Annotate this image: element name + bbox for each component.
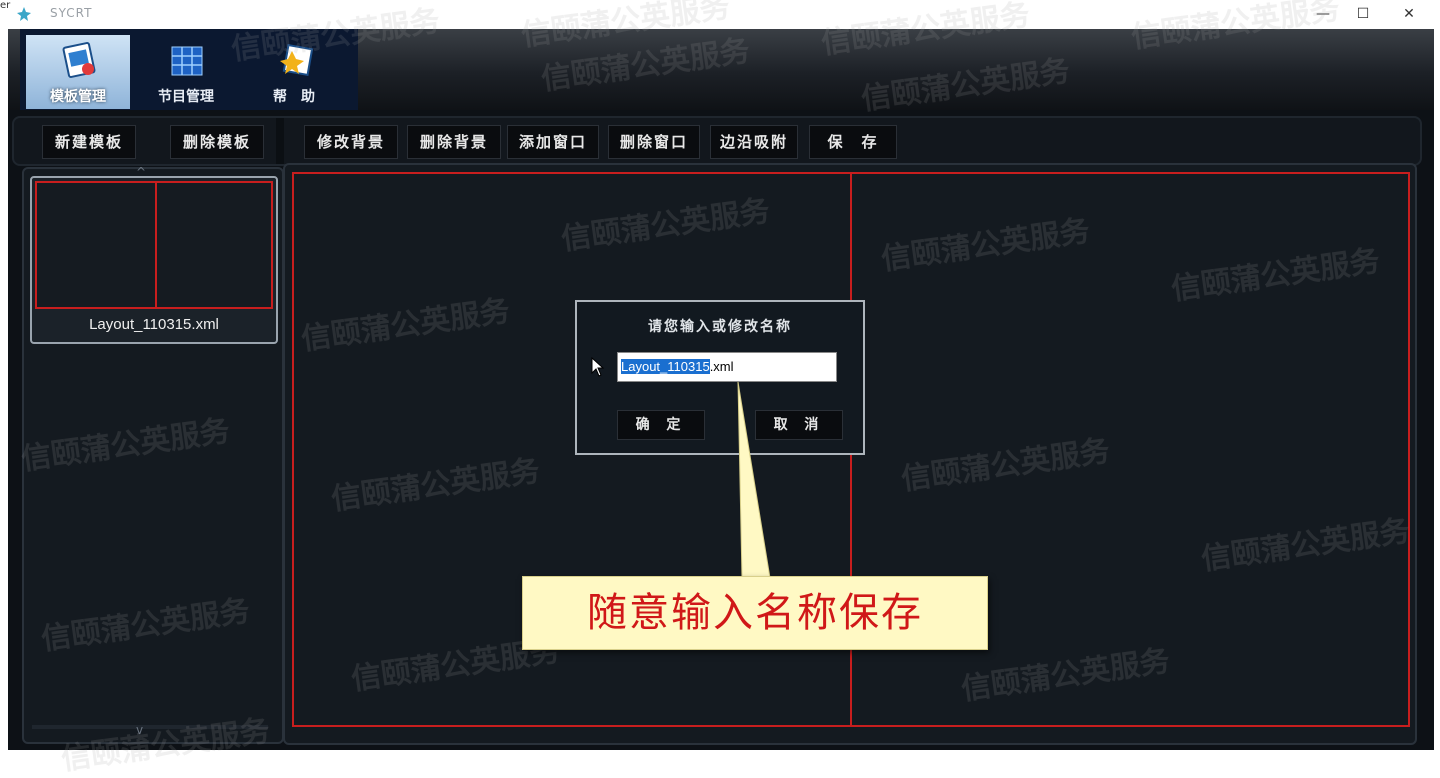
mouse-cursor-icon [591,357,605,377]
delete-window-button[interactable]: 删除窗口 [608,125,700,159]
new-template-button[interactable]: 新建模板 [42,125,136,159]
template-name: Layout_110315.xml [89,316,219,333]
program-icon [171,46,203,76]
edge-snap-button[interactable]: 边沿吸附 [710,125,798,159]
modify-background-button[interactable]: 修改背景 [304,125,398,159]
scrollbar-track[interactable] [32,725,268,729]
title-bar: er SYCRT — ☐ ✕ [0,0,1440,28]
tab-template-management[interactable]: 模板管理 [26,35,130,109]
help-icon [280,43,314,77]
cancel-button[interactable]: 取 消 [755,410,843,440]
delete-background-button[interactable]: 删除背景 [407,125,501,159]
input-suffix: .xml [709,359,734,374]
callout-text: 随意输入名称保存 [587,590,923,636]
save-button[interactable]: 保 存 [809,125,897,159]
template-list-panel: ^ Layout_110315.xml v [22,165,284,744]
tab-label: 节目管理 [158,89,214,105]
callout-box: 随意输入名称保存 [522,576,988,650]
selected-text: Layout_110315 [621,359,710,374]
edge-text: er [0,0,11,11]
template-icon [62,41,96,79]
rename-dialog: 请您输入或修改名称 Layout_110315.xml 确 定 取 消 [575,300,865,455]
tab-program-management[interactable]: 节目管理 [134,35,238,109]
dialog-title: 请您输入或修改名称 [648,319,792,335]
delete-template-button[interactable]: 删除模板 [170,125,264,159]
tab-label: 帮 助 [273,89,315,105]
scroll-down-arrow-icon[interactable]: v [136,723,143,737]
preview-window-divider [155,183,157,307]
tab-label: 模板管理 [50,89,106,105]
toolbar-divider [276,118,284,164]
nav-tabs: 模板管理 节目管理 帮 助 [20,29,358,110]
template-thumbnail[interactable]: Layout_110315.xml [30,176,278,344]
maximize-button[interactable]: ☐ [1340,0,1386,28]
close-button[interactable]: ✕ [1386,0,1432,28]
template-preview [35,181,273,309]
add-window-button[interactable]: 添加窗口 [507,125,599,159]
toolbar: 新建模板 删除模板 修改背景 删除背景 添加窗口 删除窗口 边沿吸附 保 存 [12,116,1422,166]
window-title: SYCRT [50,6,93,20]
name-input[interactable]: Layout_110315.xml [617,352,837,382]
tab-help[interactable]: 帮 助 [242,35,346,109]
top-navigation: 模板管理 节目管理 帮 助 [8,29,1434,110]
confirm-button[interactable]: 确 定 [617,410,705,440]
app-icon [17,7,31,21]
